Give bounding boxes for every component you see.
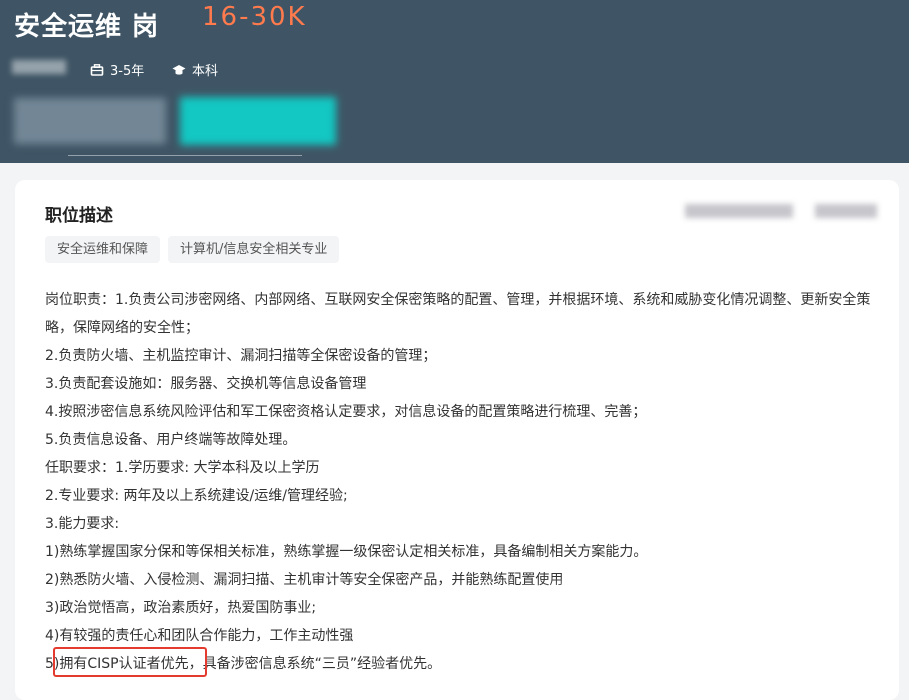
job-description-card: 职位描述 安全运维和保障 计算机/信息安全相关专业 岗位职责：1.负责公司涉密网… [15,180,899,700]
description-line: 5.负责信息设备、用户终端等故障处理。 [45,432,297,448]
experience-text: 3-5年 [110,64,145,79]
education-text: 本科 [192,64,219,79]
skill-tag: 安全运维和保障 [45,236,161,263]
experience-requirement: 3-5年 [90,60,144,79]
description-line: 5)拥有CISP认证者优先，具备涉密信息系统“三员”经验者优先。 [45,656,442,672]
description-line: 3.能力要求: [45,516,120,532]
graduation-cap-icon [172,64,186,75]
description-line: 4)有较强的责任心和团队合作能力，工作主动性强 [45,628,354,644]
skill-tags: 安全运维和保障 计算机/信息安全相关专业 [45,236,340,263]
section-title: 职位描述 [45,206,113,226]
header-divider [68,155,302,156]
blurred-meta-right-2 [815,204,877,218]
salary-range: 16-30K [202,2,307,32]
education-requirement: 本科 [172,60,218,79]
job-description-text: 岗位职责：1.负责公司涉密网络、内部网络、互联网安全保密策略的配置、管理，并根据… [45,286,881,678]
description-line: 任职要求：1.学历要求: 大学本科及以上学历 [45,460,320,476]
blurred-button[interactable] [14,98,166,144]
description-line: 2.专业要求: 两年及以上系统建设/运维/管理经验; [45,488,348,504]
blurred-meta-right [685,204,793,218]
description-line: 岗位职责：1.负责公司涉密网络、内部网络、互联网安全保密策略的配置、管理，并根据… [45,292,871,336]
blurred-company-name [12,60,66,74]
blurred-apply-button[interactable] [180,97,336,145]
job-header: 安全运维 岗 16-30K 3-5年 本科 [0,0,909,163]
description-line: 2.负责防火墙、主机监控审计、漏洞扫描等全保密设备的管理； [45,348,437,364]
description-line: 2)熟悉防火墙、入侵检测、漏洞扫描、主机审计等安全保密产品，并能熟练配置使用 [45,572,564,588]
job-title: 安全运维 岗 [14,12,160,42]
description-line: 4.按照涉密信息系统风险评估和军工保密资格认定要求，对信息设备的配置策略进行梳理… [45,404,647,420]
briefcase-icon [90,63,104,76]
description-line: 1)熟练掌握国家分保和等保相关标准，熟练掌握一级保密认定相关标准，具备编制相关方… [45,544,648,560]
description-line: 3)政治觉悟高，政治素质好，热爱国防事业; [45,600,317,616]
skill-tag: 计算机/信息安全相关专业 [168,236,340,263]
description-line: 3.负责配套设施如：服务器、交换机等信息设备管理 [45,376,367,392]
